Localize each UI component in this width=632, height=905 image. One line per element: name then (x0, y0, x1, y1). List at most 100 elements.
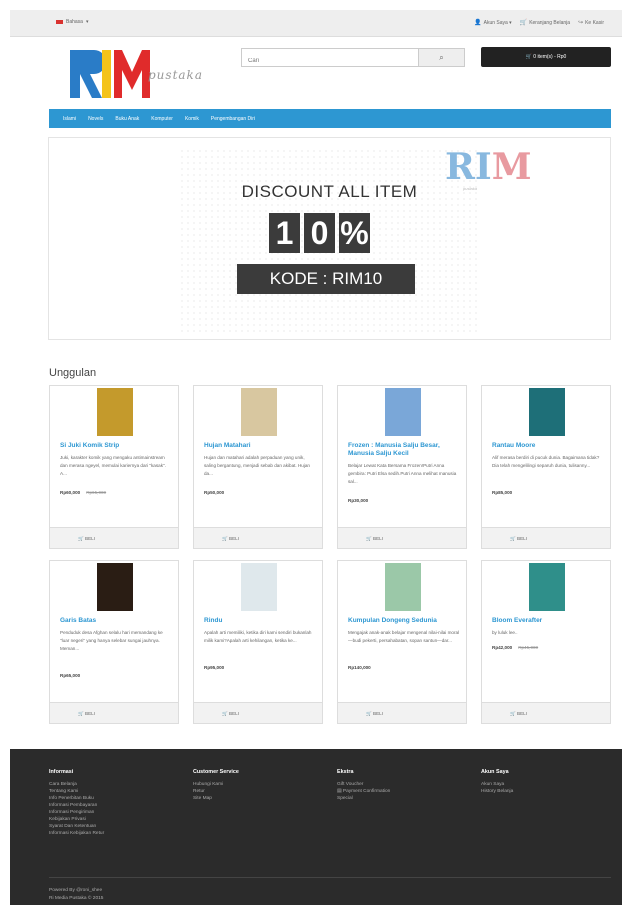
product-card: Kumpulan Dongeng Sedunia Mengajak anak-a… (337, 560, 467, 724)
language-label: Bahasa (66, 19, 83, 25)
copyright-text: Ri Media Pustaka © 2015 (49, 896, 104, 901)
cart-icon: 🛒 (525, 54, 532, 60)
buy-button[interactable]: 🛒 BELI (338, 527, 466, 548)
cart-icon: 🛒 (78, 536, 84, 541)
footer-column-akun-saya: Akun Saya Akun Saya History Belanja (481, 769, 513, 795)
nav-item-komik[interactable]: Komik (185, 116, 199, 122)
product-cover[interactable] (241, 563, 277, 611)
product-description: Mengajak anak-anak belajar mengenal nila… (348, 630, 460, 643)
buy-button[interactable]: 🛒 BELI (194, 702, 322, 723)
product-card: Garis Batas Penduduk desa Afghan selalu … (49, 560, 179, 724)
nav-item-buku-anak[interactable]: Buku Anak (115, 116, 139, 122)
product-description: Belajar Lewat Kata Bersama Frozen!Putri … (348, 463, 457, 484)
nav-item-pengembangan-diri[interactable]: Pengembangan Diri (211, 116, 255, 122)
nav-item-islami[interactable]: Islami (63, 116, 76, 122)
product-title[interactable]: Frozen : Manusia Salju Besar, Manusia Sa… (348, 442, 460, 458)
search-icon: ⌕ (439, 53, 444, 62)
footer-column-ekstra: Ekstra Gift Voucher ▤ Payment Confirmati… (337, 769, 390, 802)
buy-button[interactable]: 🛒 BELI (50, 527, 178, 548)
product-price: Rp95,000 (204, 665, 225, 670)
footer-link[interactable]: Retur (193, 788, 239, 795)
product-title[interactable]: Hujan Matahari (204, 442, 316, 450)
site-logo[interactable]: pustaka (70, 48, 220, 104)
footer-heading: Akun Saya (481, 769, 509, 775)
banner-headline: DISCOUNT ALL ITEM (241, 182, 418, 201)
footer-link[interactable]: ▤ Payment Confirmation (337, 788, 390, 795)
promo-banner[interactable]: RIM pustaka DISCOUNT ALL ITEM 1 0 % KODE… (48, 137, 611, 340)
product-cover[interactable] (529, 388, 565, 436)
product-card: Bloom Everafter by luluk lee.. Rp42,000 R… (481, 560, 611, 724)
cart-link[interactable]: 🛒 Keranjang Belanja (520, 19, 570, 26)
product-cover[interactable] (385, 563, 421, 611)
checkout-link[interactable]: ↪ Ke Kasir (578, 19, 604, 26)
product-title[interactable]: Rindu (204, 617, 316, 625)
cart-icon: 🛒 (222, 711, 228, 716)
product-description: Alif merasa berdiri di pucuk dunia. Baga… (492, 455, 600, 468)
footer-link[interactable]: Cara Belanja (49, 781, 104, 788)
footer-copyright: Powered By @roni_shee Ri Media Pustaka ©… (49, 887, 103, 903)
product-title[interactable]: Si Juki Komik Strip (60, 442, 172, 450)
product-card: Si Juki Komik Strip Juki, karakter komik… (49, 385, 179, 549)
product-description: Hujan dan matahari adalah perpaduan yang… (204, 455, 310, 476)
banner-discount: 1 0 % (269, 213, 370, 253)
footer-link[interactable]: Informasi Pengiriman (49, 809, 104, 816)
footer-link[interactable]: History Belanja (481, 788, 513, 795)
site-footer: Informasi Cara Belanja Tentang Kami Info… (10, 749, 622, 905)
buy-button[interactable]: 🛒 BELI (482, 702, 610, 723)
footer-link[interactable]: Gift Voucher (337, 781, 390, 788)
product-cover[interactable] (97, 563, 133, 611)
powered-by: Powered By @roni_shee (49, 888, 103, 893)
footer-link[interactable]: Informasi Kebijakan Retur (49, 830, 104, 837)
search-input[interactable] (242, 52, 422, 70)
footer-link[interactable]: Akun Saya (481, 781, 513, 788)
product-title[interactable]: Rantau Moore (492, 442, 604, 450)
product-cover[interactable] (241, 388, 277, 436)
product-card: Rantau Moore Alif merasa berdiri di pucu… (481, 385, 611, 549)
cart-button[interactable]: 🛒 0 item(s) - Rp0 (481, 47, 611, 67)
top-links: 👤 Akun Saya ▾ 🛒 Keranjang Belanja ↪ Ke Kasi… (474, 19, 604, 26)
footer-link[interactable]: Tentang Kami (49, 788, 104, 795)
buy-button[interactable]: 🛒 BELI (482, 527, 610, 548)
logo-tagline: pustaka (148, 68, 203, 82)
search-button[interactable]: ⌕ (418, 49, 464, 66)
footer-link[interactable]: Site Map (193, 795, 239, 802)
cart-icon: 🛒 (366, 536, 372, 541)
cart-icon: 🛒 (366, 711, 372, 716)
footer-link[interactable]: Info Penerbitan Buku (49, 795, 104, 802)
product-price: Rp65,000 (60, 673, 81, 678)
logo-mark (70, 50, 150, 98)
footer-link[interactable]: Kebijakan Privasi (49, 816, 104, 823)
product-card: Rindu Apalah arti memiliki, ketika diri … (193, 560, 323, 724)
product-cover[interactable] (385, 388, 421, 436)
product-price: Rp140,000 (348, 665, 371, 670)
product-title[interactable]: Garis Batas (60, 617, 172, 625)
share-icon: ↪ (578, 20, 584, 26)
footer-link[interactable]: Special (337, 795, 390, 802)
user-icon: 👤 (474, 20, 482, 26)
footer-column-informasi: Informasi Cara Belanja Tentang Kami Info… (49, 769, 104, 837)
buy-button[interactable]: 🛒 BELI (194, 527, 322, 548)
buy-button[interactable]: 🛒 BELI (50, 702, 178, 723)
footer-heading: Customer Service (193, 769, 239, 775)
nav-item-komputer[interactable]: Komputer (151, 116, 173, 122)
cart-icon: 🛒 (510, 536, 516, 541)
footer-link[interactable]: Informasi Pembayaran (49, 802, 104, 809)
search-box: ⌕ (241, 48, 465, 70)
footer-heading: Informasi (49, 769, 74, 775)
footer-divider (49, 877, 611, 878)
product-description: Apalah arti memiliki, ketika diri kami s… (204, 630, 312, 643)
product-cover[interactable] (529, 563, 565, 611)
caret-down-icon: ▾ (85, 19, 89, 25)
section-title: Unggulan (49, 367, 97, 379)
nav-item-novels[interactable]: Novels (88, 116, 103, 122)
footer-link[interactable]: Hubungi Kami (193, 781, 239, 788)
product-title[interactable]: Bloom Everafter (492, 617, 604, 625)
buy-button[interactable]: 🛒 BELI (338, 702, 466, 723)
product-price: Rp30,000 (348, 498, 369, 503)
language-selector[interactable]: Bahasa ▾ (56, 19, 88, 25)
product-title[interactable]: Kumpulan Dongeng Sedunia (348, 617, 460, 625)
footer-link[interactable]: Syarat Dan Ketentuan (49, 823, 104, 830)
product-price: Rp60,000 Rp65,000 (60, 490, 107, 495)
product-cover[interactable] (97, 388, 133, 436)
account-link[interactable]: 👤 Akun Saya ▾ (474, 19, 512, 26)
